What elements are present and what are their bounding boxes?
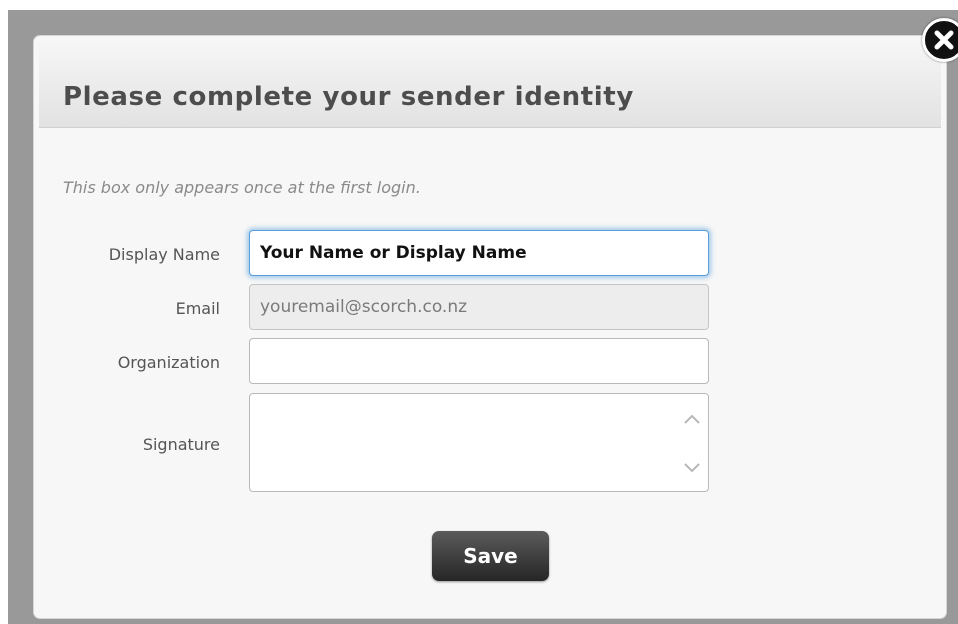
dialog-title: Please complete your sender identity (63, 82, 634, 112)
signature-textarea[interactable] (249, 393, 709, 492)
organization-label: Organization (117, 353, 220, 372)
display-name-input[interactable]: Your Name or Display Name (249, 230, 709, 276)
scroll-up-icon[interactable] (681, 408, 703, 430)
signature-label: Signature (142, 435, 220, 454)
display-name-label: Display Name (108, 245, 220, 264)
dialog-header: Please complete your sender identity (39, 41, 941, 128)
organization-input[interactable] (249, 338, 709, 384)
dialog-hint: This box only appears once at the first … (63, 178, 421, 197)
scroll-down-icon[interactable] (681, 457, 703, 479)
close-icon[interactable] (922, 18, 958, 62)
email-field: youremail@scorch.co.nz (249, 284, 709, 330)
email-label: Email (175, 299, 220, 318)
save-button[interactable]: Save (432, 531, 549, 581)
sender-identity-dialog: Please complete your sender identity Thi… (33, 35, 947, 619)
